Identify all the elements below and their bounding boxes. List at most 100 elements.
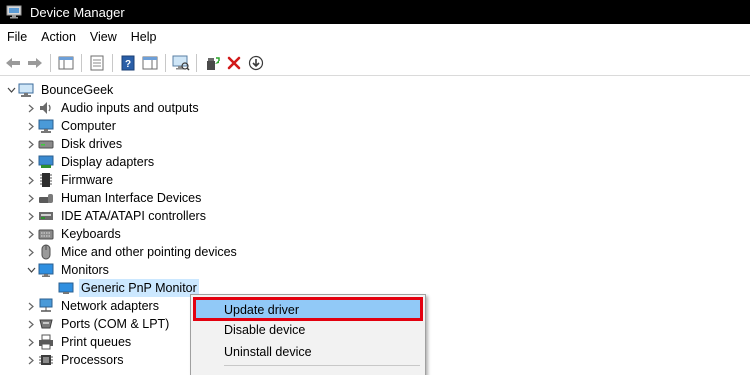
action-pane-button[interactable] — [139, 52, 161, 74]
menu-bar: File Action View Help — [0, 24, 750, 50]
show-hide-console-tree-icon — [58, 56, 74, 69]
toolbar-separator — [81, 53, 82, 72]
uninstall-icon — [227, 56, 241, 69]
disable-icon — [248, 55, 264, 70]
menu-item-update-driver[interactable]: Update driver — [194, 299, 422, 321]
tree-item-mice[interactable]: Mice and other pointing devices — [24, 243, 239, 261]
scan-hardware-button[interactable] — [170, 52, 192, 74]
tree-item-processors[interactable]: Processors — [24, 351, 126, 369]
tree-item-label: Computer — [61, 119, 116, 133]
toolbar-separator — [165, 53, 166, 72]
menu-item-uninstall-device[interactable]: Uninstall device — [194, 341, 422, 363]
tree-item-network-adapters[interactable]: Network adapters — [24, 297, 161, 315]
menu-file[interactable]: File — [0, 24, 34, 50]
tree-item-label: Monitors — [61, 263, 109, 277]
tree-item-display-adapters[interactable]: Display adapters — [24, 153, 156, 171]
disable-button[interactable] — [245, 52, 267, 74]
speaker-icon — [38, 100, 54, 116]
help-icon: ? — [121, 55, 135, 70]
chevron-right-icon[interactable] — [24, 315, 38, 333]
computer-icon — [18, 82, 34, 98]
tree-item-label: Ports (COM & LPT) — [61, 317, 170, 331]
monitor-icon — [38, 262, 54, 278]
context-menu: Update driver Disable device Uninstall d… — [190, 294, 426, 375]
mouse-icon — [38, 244, 54, 260]
tree-item-ports[interactable]: Ports (COM & LPT) — [24, 315, 171, 333]
back-button[interactable] — [2, 52, 24, 74]
chevron-right-icon[interactable] — [24, 153, 38, 171]
toolbar-separator — [50, 53, 51, 72]
uninstall-button[interactable] — [223, 52, 245, 74]
port-icon — [38, 316, 54, 332]
menu-help[interactable]: Help — [124, 24, 164, 50]
chevron-right-icon[interactable] — [24, 297, 38, 315]
ide-icon — [38, 208, 54, 224]
tree-item-hid[interactable]: Human Interface Devices — [24, 189, 203, 207]
update-driver-button[interactable] — [201, 52, 223, 74]
computer-icon — [38, 118, 54, 134]
chevron-right-icon[interactable] — [24, 333, 38, 351]
firmware-icon — [38, 172, 54, 188]
tree-item-label: Display adapters — [61, 155, 155, 169]
tree-item-label: Mice and other pointing devices — [61, 245, 237, 259]
scan-hardware-icon — [172, 55, 190, 71]
tree-item-print-queues[interactable]: Print queues — [24, 333, 133, 351]
back-icon — [6, 57, 20, 68]
tree-item-firmware[interactable]: Firmware — [24, 171, 115, 189]
chevron-right-icon[interactable] — [24, 189, 38, 207]
action-pane-icon — [142, 56, 158, 69]
chevron-right-icon[interactable] — [24, 243, 38, 261]
tree-item-ide[interactable]: IDE ATA/ATAPI controllers — [24, 207, 208, 225]
tree-item-generic-pnp-monitor[interactable]: Generic PnP Monitor — [58, 279, 199, 297]
menu-item-disable-device[interactable]: Disable device — [194, 319, 422, 341]
tree-item-monitors[interactable]: Monitors — [24, 261, 111, 279]
network-icon — [38, 298, 54, 314]
tree-item-label: Processors — [61, 353, 124, 367]
device-manager-icon — [6, 5, 22, 19]
chevron-right-icon[interactable] — [24, 207, 38, 225]
chevron-right-icon[interactable] — [24, 135, 38, 153]
tree-item-audio[interactable]: Audio inputs and outputs — [24, 99, 201, 117]
tree-item-disk-drives[interactable]: Disk drives — [24, 135, 124, 153]
disk-icon — [38, 136, 54, 152]
toolbar-separator — [112, 53, 113, 72]
show-hide-console-tree-button[interactable] — [55, 52, 77, 74]
monitor-icon — [58, 280, 74, 296]
menu-separator — [224, 365, 420, 366]
update-driver-icon — [207, 56, 220, 70]
svg-text:?: ? — [125, 59, 131, 70]
chevron-down-icon[interactable] — [4, 81, 18, 99]
tree-item-label: Disk drives — [61, 137, 123, 151]
help-button[interactable]: ? — [117, 52, 139, 74]
keyboard-icon — [38, 226, 54, 242]
tree-item-label: Human Interface Devices — [61, 191, 202, 205]
tree-item-label: Audio inputs and outputs — [61, 101, 199, 115]
tree-item-label: IDE ATA/ATAPI controllers — [61, 209, 206, 223]
properties-button[interactable] — [86, 52, 108, 74]
tree-item-label: Network adapters — [61, 299, 159, 313]
toolbar-separator — [196, 53, 197, 72]
chevron-down-icon[interactable] — [24, 261, 38, 279]
menu-action[interactable]: Action — [34, 24, 83, 50]
chevron-right-icon[interactable] — [24, 171, 38, 189]
hid-icon — [38, 190, 54, 206]
tree-root-label: BounceGeek — [41, 83, 114, 97]
tree-item-computer[interactable]: Computer — [24, 117, 118, 135]
title-bar: Device Manager — [0, 0, 750, 24]
chevron-right-icon[interactable] — [24, 117, 38, 135]
chevron-right-icon[interactable] — [24, 351, 38, 369]
forward-icon — [28, 57, 42, 68]
menu-view[interactable]: View — [83, 24, 124, 50]
tree-item-label: Firmware — [61, 173, 114, 187]
tree-item-label: Keyboards — [61, 227, 121, 241]
processor-icon — [38, 352, 54, 368]
tree-item-label: Print queues — [61, 335, 132, 349]
printer-icon — [38, 334, 54, 350]
tree-item-label: Generic PnP Monitor — [79, 279, 199, 297]
tree-root[interactable]: BounceGeek — [4, 81, 115, 99]
tree-item-keyboards[interactable]: Keyboards — [24, 225, 123, 243]
chevron-right-icon[interactable] — [24, 99, 38, 117]
forward-button[interactable] — [24, 52, 46, 74]
window-title: Device Manager — [30, 4, 125, 20]
chevron-right-icon[interactable] — [24, 225, 38, 243]
